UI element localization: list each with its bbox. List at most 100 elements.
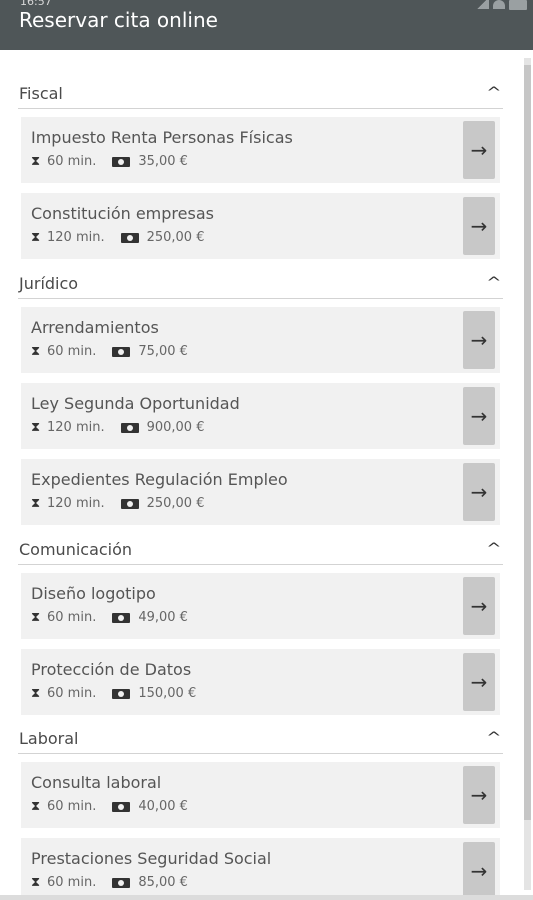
arrow-right-icon: →	[470, 670, 488, 694]
hourglass-icon: ⧗	[31, 875, 41, 890]
cash-icon	[112, 346, 131, 357]
hourglass-icon: ⧗	[31, 230, 41, 245]
section-fiscal: Fiscal ^	[18, 84, 503, 109]
service-duration: 120 min.	[47, 230, 105, 245]
service-list[interactable]: Fiscal ^ Impuesto Renta Personas Físicas…	[0, 50, 520, 895]
section-comunicacion: Comunicación ^	[18, 540, 503, 565]
arrow-right-icon: →	[470, 480, 488, 504]
section-header[interactable]: Fiscal ^	[18, 84, 503, 109]
service-price: 250,00 €	[146, 230, 205, 245]
hourglass-icon: ⧗	[31, 344, 41, 359]
service-name: Impuesto Renta Personas Físicas	[31, 128, 293, 147]
service-name: Expedientes Regulación Empleo	[31, 470, 288, 489]
section-laboral: Laboral ^	[18, 729, 503, 754]
cash-icon	[112, 156, 131, 167]
app-bar: 16:57 Reservar cita online	[0, 0, 533, 50]
arrow-right-icon: →	[470, 328, 488, 352]
service-duration: 60 min.	[47, 799, 97, 814]
chevron-up-icon[interactable]: ^	[487, 730, 502, 746]
hourglass-icon: ⧗	[31, 610, 41, 625]
battery-icon	[509, 0, 527, 10]
service-card[interactable]: Ley Segunda Oportunidad ⧗ 120 min. 900,0…	[21, 383, 500, 449]
service-duration: 120 min.	[47, 420, 105, 435]
service-name: Arrendamientos	[31, 318, 159, 337]
book-button[interactable]: →	[463, 842, 495, 895]
arrow-right-icon: →	[470, 404, 488, 428]
section-title: Laboral	[19, 729, 79, 748]
service-price: 49,00 €	[138, 610, 188, 625]
status-time: 16:57	[20, 0, 52, 8]
scrollbar-thumb[interactable]	[524, 65, 531, 820]
service-name: Ley Segunda Oportunidad	[31, 394, 240, 413]
service-duration: 120 min.	[47, 496, 105, 511]
hourglass-icon: ⧗	[31, 154, 41, 169]
arrow-right-icon: →	[470, 138, 488, 162]
service-meta: ⧗ 120 min. 250,00 €	[31, 230, 204, 245]
page-title: Reservar cita online	[19, 8, 218, 32]
cash-icon	[120, 232, 139, 243]
service-duration: 60 min.	[47, 686, 97, 701]
service-card[interactable]: Constitución empresas ⧗ 120 min. 250,00 …	[21, 193, 500, 259]
section-header[interactable]: Comunicación ^	[18, 540, 503, 565]
chevron-up-icon[interactable]: ^	[487, 275, 502, 291]
hourglass-icon: ⧗	[31, 686, 41, 701]
service-price: 85,00 €	[138, 875, 188, 890]
section-header[interactable]: Jurídico ^	[18, 274, 503, 299]
service-duration: 60 min.	[47, 610, 97, 625]
book-button[interactable]: →	[463, 311, 495, 369]
book-button[interactable]: →	[463, 387, 495, 445]
service-duration: 60 min.	[47, 875, 97, 890]
book-button[interactable]: →	[463, 653, 495, 711]
service-meta: ⧗ 120 min. 250,00 €	[31, 496, 204, 511]
service-card[interactable]: Diseño logotipo ⧗ 60 min. 49,00 € →	[21, 573, 500, 639]
book-button[interactable]: →	[463, 197, 495, 255]
service-price: 40,00 €	[138, 799, 188, 814]
hourglass-icon: ⧗	[31, 420, 41, 435]
service-meta: ⧗ 60 min. 49,00 €	[31, 610, 188, 625]
section-juridico: Jurídico ^	[18, 274, 503, 299]
service-card[interactable]: Prestaciones Seguridad Social ⧗ 60 min. …	[21, 838, 500, 895]
service-card[interactable]: Impuesto Renta Personas Físicas ⧗ 60 min…	[21, 117, 500, 183]
signal-icon	[475, 0, 489, 9]
arrow-right-icon: →	[470, 594, 488, 618]
service-price: 75,00 €	[138, 344, 188, 359]
service-meta: ⧗ 60 min. 35,00 €	[31, 154, 188, 169]
arrow-right-icon: →	[470, 859, 488, 883]
service-price: 35,00 €	[138, 154, 188, 169]
status-icons	[475, 0, 527, 10]
cash-icon	[112, 877, 131, 888]
section-header[interactable]: Laboral ^	[18, 729, 503, 754]
service-meta: ⧗ 60 min. 85,00 €	[31, 875, 188, 890]
section-title: Fiscal	[19, 84, 63, 103]
service-price: 250,00 €	[146, 496, 205, 511]
arrow-right-icon: →	[470, 783, 488, 807]
cash-icon	[120, 498, 139, 509]
section-title: Jurídico	[19, 274, 79, 293]
arrow-right-icon: →	[470, 214, 488, 238]
service-card[interactable]: Expedientes Regulación Empleo ⧗ 120 min.…	[21, 459, 500, 525]
service-meta: ⧗ 120 min. 900,00 €	[31, 420, 204, 435]
book-button[interactable]: →	[463, 463, 495, 521]
wifi-icon	[493, 0, 505, 9]
cash-icon	[112, 801, 131, 812]
service-card[interactable]: Consulta laboral ⧗ 60 min. 40,00 € →	[21, 762, 500, 828]
service-name: Consulta laboral	[31, 773, 162, 792]
service-meta: ⧗ 60 min. 150,00 €	[31, 686, 196, 701]
book-button[interactable]: →	[463, 121, 495, 179]
service-name: Diseño logotipo	[31, 584, 156, 603]
chevron-up-icon[interactable]: ^	[487, 85, 502, 101]
cash-icon	[112, 688, 131, 699]
book-button[interactable]: →	[463, 577, 495, 635]
service-name: Prestaciones Seguridad Social	[31, 849, 272, 868]
service-card[interactable]: Arrendamientos ⧗ 60 min. 75,00 € →	[21, 307, 500, 373]
section-title: Comunicación	[19, 540, 133, 559]
service-meta: ⧗ 60 min. 40,00 €	[31, 799, 188, 814]
service-duration: 60 min.	[47, 344, 97, 359]
service-card[interactable]: Protección de Datos ⧗ 60 min. 150,00 € →	[21, 649, 500, 715]
bottom-divider	[0, 895, 533, 900]
book-button[interactable]: →	[463, 766, 495, 824]
service-name: Constitución empresas	[31, 204, 214, 223]
chevron-up-icon[interactable]: ^	[487, 541, 502, 557]
hourglass-icon: ⧗	[31, 799, 41, 814]
hourglass-icon: ⧗	[31, 496, 41, 511]
